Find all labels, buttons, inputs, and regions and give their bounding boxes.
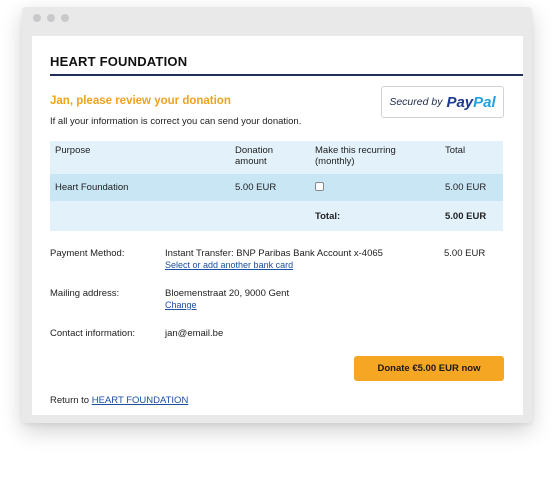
item-amount: 5.00 EUR bbox=[235, 182, 277, 193]
review-subtitle: If all your information is correct you c… bbox=[50, 116, 302, 127]
page-header: HEART FOUNDATION bbox=[50, 36, 523, 76]
paypal-logo-icon: PayPal bbox=[446, 93, 496, 111]
recurring-cell bbox=[310, 174, 440, 201]
donation-page: HEART FOUNDATION Jan, please review your… bbox=[32, 36, 523, 415]
contact-info-label: Contact information: bbox=[50, 328, 136, 339]
item-total: 5.00 EUR bbox=[445, 182, 487, 193]
return-line: Return to HEART FOUNDATION bbox=[50, 395, 188, 406]
payment-amount: 5.00 EUR bbox=[444, 248, 486, 259]
donation-table: Purpose Donation amount Make this recurr… bbox=[50, 141, 503, 231]
payment-method-value: Instant Transfer: BNP Paribas Bank Accou… bbox=[165, 248, 383, 259]
mailing-address-value: Bloemenstraat 20, 9000 Gent bbox=[165, 288, 290, 299]
secured-by-label: Secured by bbox=[389, 96, 443, 108]
table-total-row: Total: 5.00 EUR bbox=[50, 201, 503, 231]
change-address-link[interactable]: Change bbox=[165, 300, 197, 310]
column-header-purpose: Purpose bbox=[55, 145, 91, 156]
review-title: Jan, please review your donation bbox=[50, 95, 231, 107]
return-prefix: Return to bbox=[50, 395, 90, 406]
org-title: HEART FOUNDATION bbox=[50, 54, 188, 69]
column-header-recurring: Make this recurring (monthly) bbox=[315, 145, 396, 167]
window-dot-icon[interactable] bbox=[47, 14, 55, 22]
column-header-amount: Donation amount bbox=[235, 145, 274, 167]
window-dot-icon[interactable] bbox=[33, 14, 41, 22]
total-label: Total: bbox=[315, 210, 341, 222]
item-purpose: Heart Foundation bbox=[55, 182, 129, 193]
contact-info-value: jan@email.be bbox=[165, 328, 224, 339]
browser-window: HEART FOUNDATION Jan, please review your… bbox=[22, 7, 532, 423]
table-header-row: Purpose Donation amount Make this recurr… bbox=[50, 141, 503, 174]
window-dot-icon[interactable] bbox=[61, 14, 69, 22]
payment-method-label: Payment Method: bbox=[50, 248, 125, 259]
window-titlebar bbox=[22, 7, 532, 29]
mailing-address-label: Mailing address: bbox=[50, 288, 120, 299]
recurring-checkbox[interactable] bbox=[315, 181, 324, 191]
donate-button[interactable]: Donate €5.00 EUR now bbox=[354, 356, 504, 381]
table-row: Heart Foundation 5.00 EUR 5.00 EUR bbox=[50, 174, 503, 201]
total-value: 5.00 EUR bbox=[445, 210, 487, 222]
paypal-secured-badge: Secured by PayPal bbox=[381, 86, 504, 118]
return-link[interactable]: HEART FOUNDATION bbox=[92, 395, 189, 406]
change-bank-card-link[interactable]: Select or add another bank card bbox=[165, 260, 293, 270]
column-header-total: Total bbox=[445, 145, 466, 156]
